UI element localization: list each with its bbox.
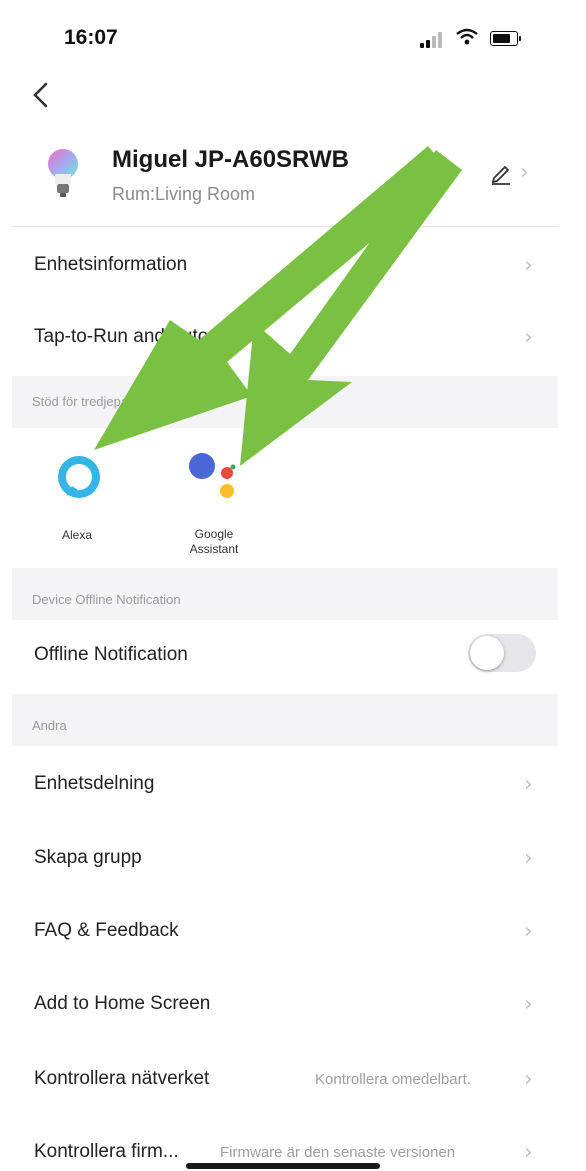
google-assistant-label-line2: Assistant: [189, 542, 239, 556]
check-firmware-value: Firmware är den senaste versionen: [220, 1144, 456, 1161]
add-home-label: Add to Home Screen: [34, 993, 211, 1014]
check-network-value: Kontrollera omedelbart.: [315, 1071, 471, 1088]
faq-label: FAQ & Feedback: [34, 920, 179, 941]
chevron-right-icon: ›: [524, 846, 533, 871]
back-chevron-icon[interactable]: [26, 80, 56, 110]
device-info-row[interactable]: Enhetsinformation ›: [0, 232, 586, 302]
create-group-label: Skapa grupp: [34, 847, 142, 868]
toggle-knob: [470, 636, 504, 670]
sharing-label: Enhetsdelning: [34, 773, 155, 794]
signal-icon: [420, 43, 424, 48]
google-assistant-icon[interactable]: [186, 452, 240, 504]
alexa-label[interactable]: Alexa: [62, 528, 92, 542]
status-icons: [420, 28, 530, 48]
bulb-icon: [48, 149, 78, 197]
divider: [12, 226, 558, 227]
chevron-right-icon: ›: [524, 253, 533, 278]
tap-to-run-label: Tap-to-Run and Automation: [34, 326, 266, 347]
status-time: 16:07: [64, 26, 118, 49]
google-assistant-label-line1: Google: [194, 527, 234, 541]
battery-icon: [490, 31, 518, 46]
add-home-row[interactable]: Add to Home Screen ›: [0, 968, 586, 1038]
device-name: Miguel JP-A60SRWB: [112, 146, 349, 173]
sharing-row[interactable]: Enhetsdelning ›: [0, 748, 586, 818]
device-room: Rum:Living Room: [112, 184, 256, 204]
section-label: Stöd för tredjepartskontroll: [32, 394, 185, 409]
alexa-icon[interactable]: [54, 452, 104, 502]
tap-to-run-row[interactable]: Tap-to-Run and Automation ›: [0, 304, 586, 374]
edit-pencil-icon[interactable]: [490, 162, 514, 186]
check-network-row[interactable]: Kontrollera nätverket Kontrollera omedel…: [0, 1042, 586, 1112]
section-label: Andra: [32, 718, 67, 733]
chevron-right-icon[interactable]: ›: [520, 160, 529, 185]
create-group-row[interactable]: Skapa grupp ›: [0, 822, 586, 892]
section-header-third-party: Stöd för tredjepartskontroll: [12, 376, 558, 428]
faq-row[interactable]: FAQ & Feedback ›: [0, 896, 586, 966]
section-header-offline: Device Offline Notification: [12, 568, 558, 620]
section-header-other: Andra: [12, 694, 558, 746]
check-network-label: Kontrollera nätverket: [34, 1068, 210, 1089]
home-indicator: [186, 1163, 380, 1169]
google-assistant-label[interactable]: Google Assistant: [168, 527, 260, 557]
check-firmware-label: Kontrollera firm...: [34, 1141, 179, 1162]
check-firmware-row[interactable]: Kontrollera firm... Firmware är den sena…: [0, 1116, 586, 1168]
offline-notification-label: Offline Notification: [34, 644, 188, 665]
chevron-right-icon: ›: [524, 325, 533, 350]
section-label: Device Offline Notification: [32, 592, 181, 607]
device-info-label: Enhetsinformation: [34, 254, 188, 275]
chevron-right-icon: ›: [524, 919, 533, 944]
wifi-icon: [456, 28, 478, 45]
chevron-right-icon: ›: [524, 772, 533, 797]
chevron-right-icon: ›: [524, 1140, 533, 1165]
chevron-right-icon: ›: [524, 992, 533, 1017]
chevron-right-icon: ›: [524, 1067, 533, 1092]
